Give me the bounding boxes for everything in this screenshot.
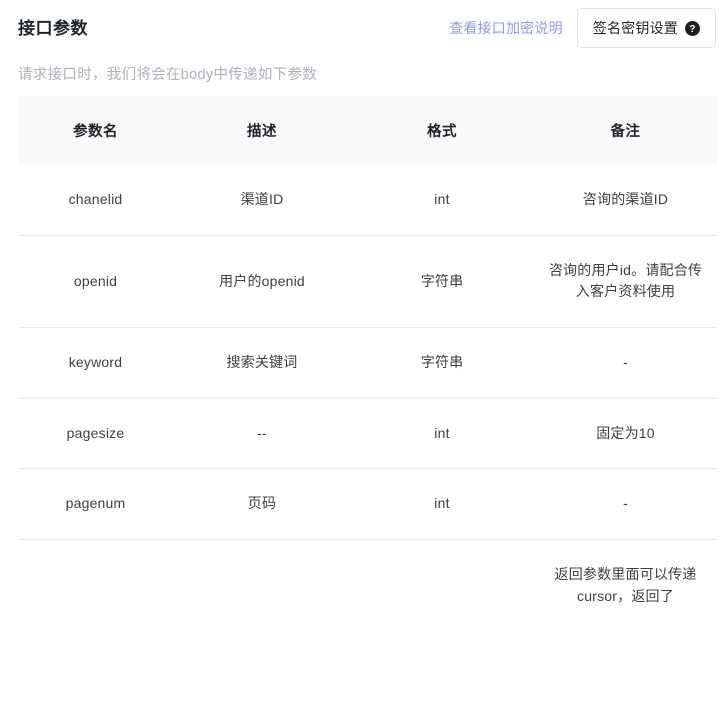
column-header-description: 描述: [173, 96, 351, 165]
cell-description: 页码: [173, 468, 351, 541]
table-row: openid 用户的openid 字符串 咨询的用户id。请配合传入客户资料使用: [18, 235, 718, 329]
column-header-param-name: 参数名: [18, 96, 173, 165]
cell-description: 搜索关键词: [173, 327, 351, 399]
cell-description: 渠道ID: [173, 165, 351, 236]
cell-remark: 返回参数里面可以传递cursor，返回了: [554, 566, 697, 604]
column-header-format: 格式: [351, 96, 533, 165]
cell-param-name: openid: [18, 235, 173, 329]
table-row: chanelid 渠道ID int 咨询的渠道ID: [18, 165, 718, 236]
cell-remark: 咨询的用户id。请配合传入客户资料使用: [533, 235, 718, 329]
cell-param-name: keyword: [18, 327, 173, 399]
cell-format: 字符串: [351, 235, 533, 329]
table-row: pagenum 页码 int -: [18, 468, 718, 541]
view-encryption-doc-link[interactable]: 查看接口加密说明: [449, 18, 563, 38]
page-header: 接口参数 查看接口加密说明 签名密钥设置 ?: [0, 0, 728, 56]
cell-remark: -: [533, 327, 718, 399]
page-subtitle: 请求接口时，我们将会在body中传递如下参数: [18, 66, 318, 83]
params-table-body: chanelid 渠道ID int 咨询的渠道ID openid 用户的open…: [18, 165, 718, 632]
signature-key-settings-label: 签名密钥设置: [592, 20, 678, 36]
svg-text:?: ?: [689, 23, 695, 34]
table-row: pagesize -- int 固定为10: [18, 398, 718, 470]
api-params-page: 接口参数 查看接口加密说明 签名密钥设置 ? 请求接口时，我们将会在body中传…: [0, 0, 728, 712]
cell-param-name: pagesize: [18, 398, 173, 470]
cell-description: [173, 540, 351, 632]
cell-remark: -: [533, 468, 718, 541]
table-header-row: 参数名 描述 格式 备注: [18, 96, 718, 165]
cell-param-name: chanelid: [18, 165, 173, 236]
signature-key-settings-button[interactable]: 签名密钥设置 ?: [576, 8, 716, 48]
cell-format: int: [351, 165, 533, 236]
cell-format: [351, 540, 533, 632]
cell-param-name: [18, 540, 173, 632]
cell-format: int: [351, 468, 533, 541]
params-table-head: 参数名 描述 格式 备注: [18, 96, 718, 165]
cell-remark: 固定为10: [533, 398, 718, 470]
table-row: keyword 搜索关键词 字符串 -: [18, 327, 718, 399]
cell-description: 用户的openid: [173, 235, 351, 329]
cell-remark: 咨询的渠道ID: [533, 165, 718, 236]
header-actions: 查看接口加密说明 签名密钥设置 ?: [449, 8, 716, 48]
table-row: 返回参数里面可以传递cursor，返回了: [18, 540, 718, 632]
cell-format: int: [351, 398, 533, 470]
cell-param-name: pagenum: [18, 468, 173, 541]
question-circle-icon[interactable]: ?: [685, 20, 700, 36]
params-table-container: 参数名 描述 格式 备注 chanelid 渠道ID int 咨询的渠道ID o…: [18, 96, 718, 632]
params-table: 参数名 描述 格式 备注 chanelid 渠道ID int 咨询的渠道ID o…: [18, 96, 718, 632]
page-title: 接口参数: [18, 18, 88, 38]
cell-format: 字符串: [351, 327, 533, 399]
cell-description: --: [173, 398, 351, 470]
column-header-remark: 备注: [533, 96, 718, 165]
